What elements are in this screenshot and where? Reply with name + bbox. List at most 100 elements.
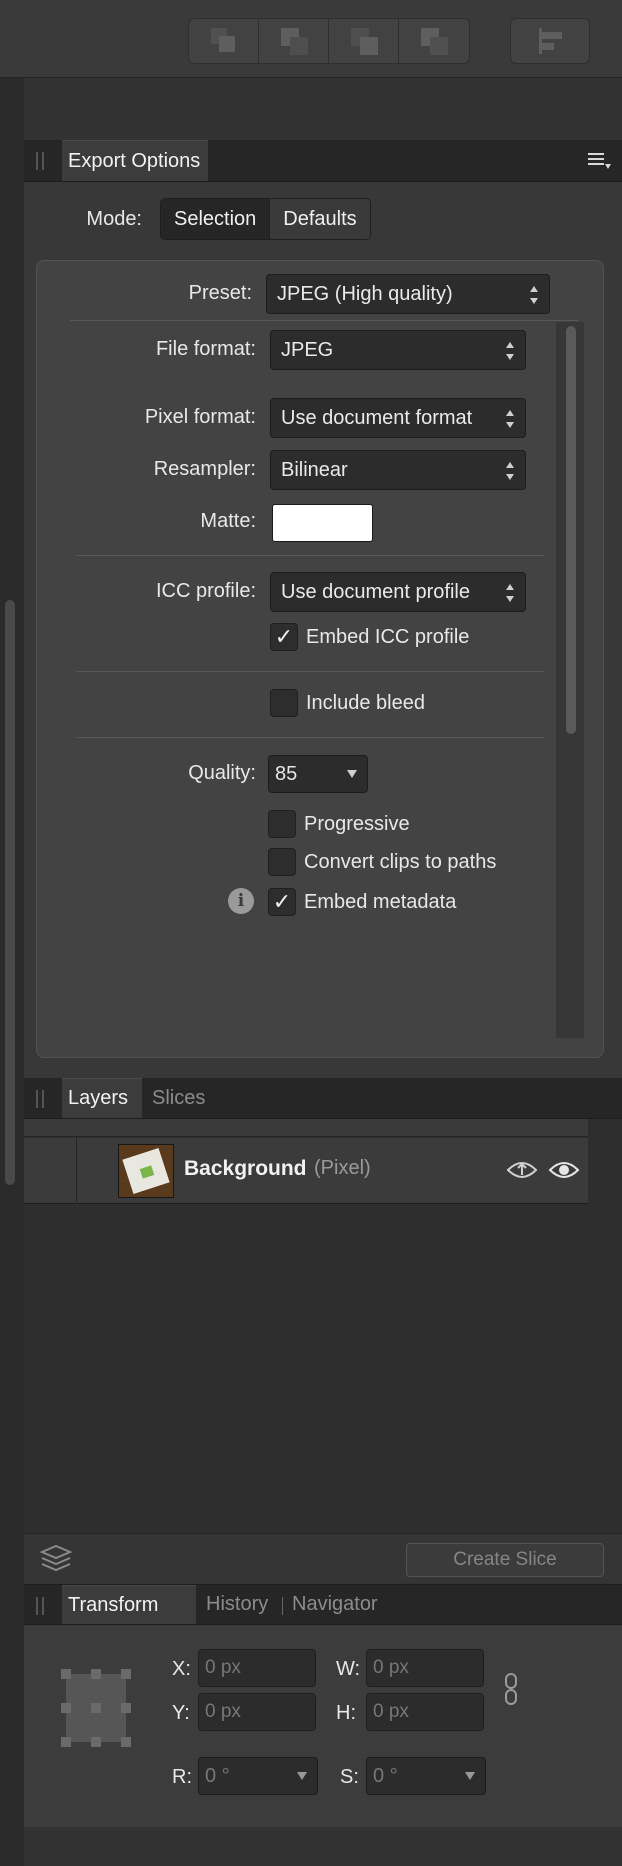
pixel-format-popup[interactable]: Use document format — [270, 398, 526, 438]
w-input[interactable]: 0 px — [366, 1649, 484, 1687]
tab-slices[interactable]: Slices — [148, 1078, 218, 1118]
s-label: S: — [340, 1766, 359, 1788]
embed-metadata-label: Embed metadata — [304, 891, 457, 913]
layer-name: Background — [184, 1157, 307, 1180]
link-proportions-icon[interactable] — [504, 1672, 518, 1706]
resampler-popup[interactable]: Bilinear — [270, 450, 526, 490]
y-label: Y: — [172, 1702, 190, 1724]
mode-selection-option[interactable]: Selection — [161, 199, 270, 239]
tab-navigator[interactable]: Navigator — [290, 1585, 400, 1624]
panel-grip-icon[interactable] — [36, 152, 44, 170]
embed-metadata-checkbox[interactable]: ✓ — [268, 888, 296, 916]
file-format-value: JPEG — [281, 338, 334, 361]
settings-scroll-thumb[interactable] — [566, 326, 576, 734]
icc-profile-popup[interactable]: Use document profile — [270, 572, 526, 612]
preset-popup[interactable]: JPEG (High quality) — [266, 274, 550, 314]
chevron-down-icon — [465, 1772, 475, 1780]
align-icon — [535, 26, 565, 56]
matte-label: Matte: — [200, 510, 256, 532]
arrange-button-group — [188, 18, 470, 64]
export-settings-box — [36, 260, 604, 1058]
top-toolbar — [0, 0, 622, 78]
stepper-arrows-icon — [505, 340, 515, 362]
panel-grip-icon[interactable] — [36, 1090, 44, 1108]
hamburger-menu-icon[interactable] — [586, 150, 612, 172]
align-button[interactable] — [511, 19, 589, 63]
w-label: W: — [336, 1658, 361, 1680]
preset-label: Preset: — [188, 282, 252, 304]
preset-value: JPEG (High quality) — [277, 282, 453, 305]
embed-icc-checkbox[interactable]: ✓ — [270, 623, 298, 651]
arrange-forward-button[interactable] — [329, 19, 399, 63]
include-bleed-label: Include bleed — [306, 692, 425, 714]
arrange-front-icon — [419, 26, 449, 56]
quality-value: 85 — [275, 762, 298, 785]
tab-export-options[interactable]: Export Options — [62, 140, 208, 181]
divider — [70, 320, 578, 321]
tab-separator — [282, 1597, 283, 1615]
pixel-format-label: Pixel format: — [144, 406, 256, 428]
divider — [76, 671, 544, 672]
resampler-value: Bilinear — [281, 458, 348, 481]
anchor-point-selector-icon[interactable] — [60, 1668, 132, 1748]
layer-type: (Pixel) — [314, 1157, 371, 1179]
quality-label: Quality: — [188, 762, 256, 784]
divider — [76, 737, 544, 738]
arrange-back-button[interactable] — [189, 19, 259, 63]
divider — [76, 555, 544, 556]
pixel-format-value: Use document format — [281, 406, 473, 429]
icc-profile-value: Use document profile — [281, 580, 470, 603]
layer-row[interactable]: Background (Pixel) — [24, 1138, 588, 1204]
resampler-label: Resampler: — [153, 458, 256, 480]
arrange-forward-icon — [349, 26, 379, 56]
quality-dropdown[interactable]: 85 — [268, 755, 368, 793]
layers-panel-header: Layers Slices — [24, 1078, 622, 1119]
progressive-checkbox[interactable] — [268, 810, 296, 838]
include-bleed-checkbox[interactable] — [270, 689, 298, 717]
arrange-back-icon — [209, 26, 239, 56]
transform-panel-header: Transform History Navigator — [24, 1584, 622, 1625]
mode-defaults-option[interactable]: Defaults — [269, 199, 370, 239]
x-input[interactable]: 0 px — [198, 1649, 316, 1687]
tab-transform[interactable]: Transform — [62, 1585, 196, 1624]
layers-column-header — [24, 1119, 588, 1137]
convert-clips-label: Convert clips to paths — [304, 851, 497, 873]
layer-thumbnail — [118, 1144, 174, 1198]
h-label: H: — [336, 1702, 356, 1724]
info-icon[interactable]: i — [228, 888, 254, 914]
mode-segmented-control: Selection Defaults — [160, 198, 371, 240]
arrange-front-button[interactable] — [399, 19, 469, 63]
file-format-popup[interactable]: JPEG — [270, 330, 526, 370]
panel-grip-icon[interactable] — [36, 1597, 44, 1615]
convert-clips-checkbox[interactable] — [268, 848, 296, 876]
eye-icon[interactable] — [548, 1158, 580, 1182]
file-format-label: File format: — [155, 338, 256, 360]
stepper-arrows-icon — [505, 408, 515, 430]
chevron-down-icon — [297, 1772, 307, 1780]
stepper-arrows-icon — [505, 460, 515, 482]
mode-label: Mode: — [86, 208, 142, 230]
shear-value: 0 ° — [373, 1764, 398, 1787]
stepper-arrows-icon — [529, 284, 539, 306]
rotation-value: 0 ° — [205, 1764, 230, 1787]
r-label: R: — [172, 1766, 192, 1788]
create-slice-button[interactable]: Create Slice — [406, 1543, 604, 1577]
left-scrollbar[interactable] — [5, 600, 15, 1185]
export-panel-header: Export Options — [24, 140, 622, 182]
progressive-label: Progressive — [304, 813, 410, 835]
tab-layers[interactable]: Layers — [62, 1078, 142, 1118]
eye-outline-icon[interactable] — [506, 1158, 538, 1182]
y-input[interactable]: 0 px — [198, 1693, 316, 1731]
layers-stack-icon[interactable] — [38, 1544, 74, 1572]
stepper-arrows-icon — [505, 582, 515, 604]
arrange-backward-button[interactable] — [259, 19, 329, 63]
tab-history[interactable]: History — [202, 1585, 284, 1624]
arrange-backward-icon — [279, 26, 309, 56]
layer-indent-divider — [76, 1138, 77, 1204]
h-input[interactable]: 0 px — [366, 1693, 484, 1731]
shear-dropdown[interactable]: 0 ° — [366, 1757, 486, 1795]
matte-color-swatch[interactable] — [272, 504, 373, 542]
chevron-down-icon — [347, 770, 357, 778]
align-button-group — [510, 18, 590, 64]
rotation-dropdown[interactable]: 0 ° — [198, 1757, 318, 1795]
